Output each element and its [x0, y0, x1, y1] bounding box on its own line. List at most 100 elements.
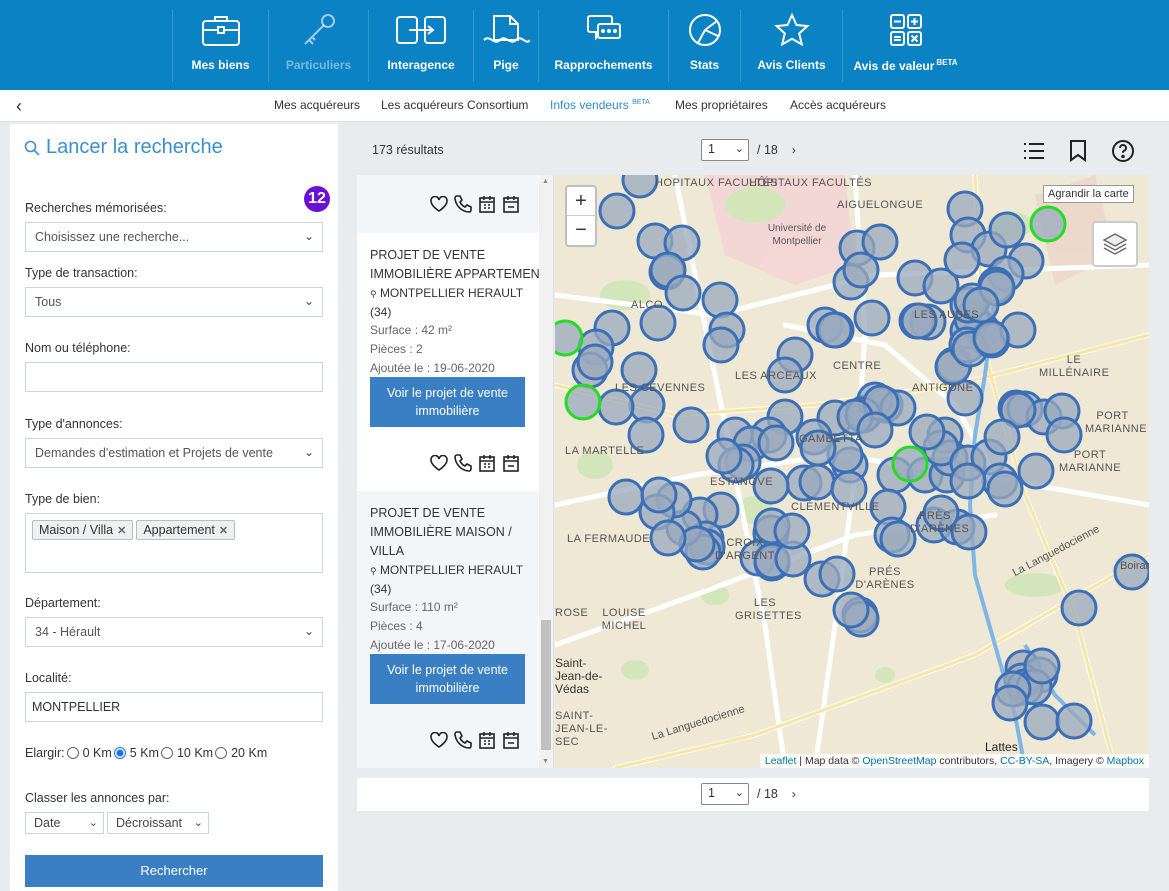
nav-avis-de-valeur[interactable]: Avis de valeur BETA: [843, 10, 968, 82]
tab-acquereurs-consortium[interactable]: Les acquéreurs Consortium: [381, 98, 528, 112]
map-marker[interactable]: [649, 519, 687, 557]
calendar-minus-icon[interactable]: [502, 731, 520, 749]
tab-infos-vendeurs[interactable]: Infos vendeurs BETA: [550, 98, 650, 112]
enlarge-map-tooltip[interactable]: Agrandir la carte: [1043, 185, 1134, 203]
map-marker[interactable]: [943, 241, 981, 279]
next-page-icon[interactable]: ›: [792, 787, 796, 801]
nav-avis-clients[interactable]: Avis Clients: [741, 10, 843, 82]
map-marker[interactable]: [991, 684, 1029, 722]
map-marker[interactable]: [815, 311, 853, 349]
listings-scrollbar[interactable]: ▲ ▼: [539, 175, 553, 768]
map-marker[interactable]: [773, 512, 811, 550]
radio-0km[interactable]: [66, 747, 79, 759]
map-marker[interactable]: [988, 211, 1026, 249]
nav-mes-biens[interactable]: Mes biens: [172, 10, 269, 82]
map-marker[interactable]: [701, 281, 739, 319]
view-listing-button[interactable]: Voir le projet de vente immobilière: [370, 654, 525, 704]
page-select[interactable]: 1 ⌄: [701, 783, 749, 805]
zoom-out-button[interactable]: −: [567, 216, 595, 245]
map-marker[interactable]: [832, 591, 870, 629]
map-marker[interactable]: [1060, 589, 1098, 627]
map-marker[interactable]: [621, 175, 659, 199]
zoom-in-button[interactable]: +: [567, 187, 595, 216]
phone-icon[interactable]: [454, 731, 472, 749]
map-marker[interactable]: [1017, 452, 1055, 490]
map-marker-new[interactable]: [555, 319, 584, 357]
radio-20km[interactable]: [215, 747, 228, 759]
sort-field-select[interactable]: Date ⌄: [25, 812, 104, 834]
view-listing-button[interactable]: Voir le projet de vente immobilière: [370, 377, 525, 427]
calendar-icon[interactable]: [478, 195, 496, 213]
page-select[interactable]: 1 ⌄: [701, 139, 749, 161]
map-marker-new[interactable]: [1029, 205, 1067, 243]
search-title[interactable]: Lancer la recherche: [24, 136, 223, 159]
calendar-minus-icon[interactable]: [502, 454, 520, 472]
map-marker[interactable]: [597, 388, 635, 426]
phone-icon[interactable]: [454, 195, 472, 213]
heart-icon[interactable]: [430, 731, 448, 749]
license-link[interactable]: CC-BY-SA: [1000, 755, 1049, 767]
nav-particuliers[interactable]: Particuliers: [269, 10, 369, 82]
heart-icon[interactable]: [430, 454, 448, 472]
scroll-down-icon[interactable]: ▼: [542, 758, 549, 765]
mapbox-link[interactable]: Mapbox: [1107, 755, 1144, 767]
saved-searches-select[interactable]: Choisissez une recherche... ⌄: [25, 222, 323, 252]
locality-input[interactable]: MONTPELLIER: [25, 692, 323, 722]
map-marker[interactable]: [702, 326, 740, 364]
nav-pige[interactable]: Pige: [474, 10, 539, 82]
map-marker[interactable]: [1045, 416, 1083, 454]
radio-10km[interactable]: [160, 747, 173, 759]
nav-interagence[interactable]: Interagence: [369, 10, 474, 82]
map-marker[interactable]: [1023, 703, 1061, 741]
map-marker[interactable]: [598, 192, 636, 230]
layers-icon[interactable]: [1092, 221, 1138, 267]
nav-rapprochements[interactable]: Rapprochements: [539, 10, 669, 82]
map-marker[interactable]: [853, 299, 891, 337]
bookmark-icon[interactable]: [1065, 138, 1091, 164]
remove-tag-icon[interactable]: ✕: [219, 525, 228, 537]
map-marker-new[interactable]: [891, 445, 929, 483]
map-marker[interactable]: [757, 424, 795, 462]
scroll-up-icon[interactable]: ▲: [542, 178, 549, 185]
map-marker[interactable]: [798, 463, 836, 501]
map-marker[interactable]: [983, 418, 1021, 456]
map-marker[interactable]: [607, 478, 645, 516]
map-marker[interactable]: [664, 274, 702, 312]
map-marker[interactable]: [908, 413, 946, 451]
map-marker[interactable]: [949, 462, 987, 500]
map-marker[interactable]: [986, 470, 1024, 508]
scrollbar-thumb[interactable]: [541, 620, 551, 750]
heart-icon[interactable]: [430, 195, 448, 213]
map-marker[interactable]: [672, 406, 710, 444]
nav-stats[interactable]: Stats: [669, 10, 741, 82]
map-marker[interactable]: [842, 251, 880, 289]
osm-link[interactable]: OpenStreetMap: [862, 755, 936, 767]
tab-mes-proprietaires[interactable]: Mes propriétaires: [675, 98, 768, 112]
back-chevron-icon[interactable]: ‹: [16, 96, 22, 117]
search-button[interactable]: Rechercher: [25, 855, 323, 887]
property-tag[interactable]: Maison / Villa ✕: [32, 520, 134, 540]
map-marker[interactable]: [705, 437, 743, 475]
map-marker[interactable]: [640, 476, 678, 514]
map-marker-new[interactable]: [564, 383, 602, 421]
leaflet-link[interactable]: Leaflet: [765, 755, 797, 767]
help-icon[interactable]: [1110, 138, 1136, 164]
remove-tag-icon[interactable]: ✕: [117, 525, 126, 537]
tab-mes-acquereurs[interactable]: Mes acquéreurs: [274, 98, 360, 112]
map[interactable]: HOPITAUX FACULTÉS HÔPITAUX FACULTÉS AIGU…: [555, 175, 1149, 768]
calendar-minus-icon[interactable]: [502, 195, 520, 213]
map-marker[interactable]: [972, 319, 1010, 357]
map-marker[interactable]: [856, 411, 894, 449]
property-type-multiselect[interactable]: Maison / Villa ✕ Appartement ✕: [25, 513, 323, 573]
next-page-icon[interactable]: ›: [792, 143, 796, 157]
calendar-icon[interactable]: [478, 454, 496, 472]
sort-order-select[interactable]: Décroissant ⌄: [107, 812, 209, 834]
list-view-icon[interactable]: [1021, 138, 1047, 164]
calendar-icon[interactable]: [478, 731, 496, 749]
map-marker[interactable]: [1023, 647, 1061, 685]
map-marker[interactable]: [818, 555, 856, 593]
map-marker[interactable]: [576, 343, 614, 381]
tab-acces-acquereurs[interactable]: Accès acquéreurs: [790, 98, 886, 112]
phone-icon[interactable]: [454, 454, 472, 472]
name-phone-input[interactable]: [25, 362, 323, 392]
